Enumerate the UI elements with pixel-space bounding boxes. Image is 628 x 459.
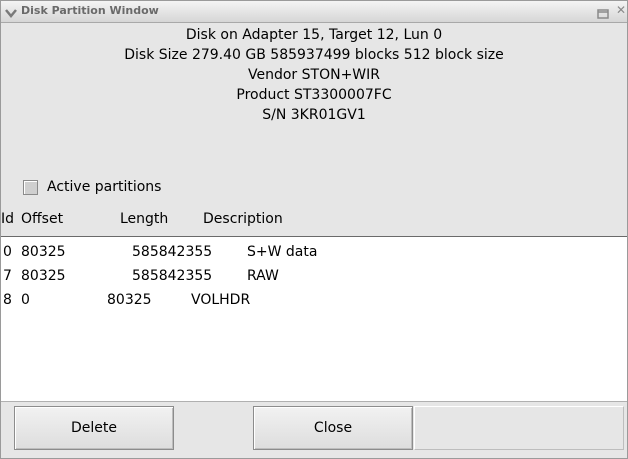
maximize-icon[interactable] — [597, 5, 609, 19]
close-icon[interactable]: ✕ — [616, 3, 626, 17]
partition-list[interactable]: 0 80325 585842355 S+W data 7 80325 58584… — [1, 236, 627, 402]
header-offset: Offset — [21, 211, 64, 227]
delete-button[interactable]: Delete — [14, 406, 174, 450]
header-description: Description — [203, 211, 283, 227]
disk-size: Disk Size 279.40 GB 585937499 blocks 512… — [124, 47, 504, 63]
list-item[interactable]: 0 80325 585842355 S+W data — [1, 244, 627, 266]
list-item[interactable]: 7 80325 585842355 RAW — [1, 268, 627, 290]
disk-info: Disk on Adapter 15, Target 12, Lun 0 Dis… — [1, 25, 627, 125]
disk-serial: S/N 3KR01GV1 — [262, 107, 366, 123]
disk-location: Disk on Adapter 15, Target 12, Lun 0 — [185, 27, 443, 43]
header-length: Length — [120, 211, 169, 227]
close-button[interactable]: Close — [253, 406, 413, 450]
disk-product: Product ST3300007FC — [236, 87, 392, 103]
header-id: Id — [1, 211, 15, 227]
disk-vendor: Vendor STON+WIR — [248, 67, 380, 83]
chevron-down-icon[interactable] — [5, 4, 17, 18]
list-item[interactable]: 8 0 80325 VOLHDR — [1, 292, 627, 314]
active-partitions-checkbox[interactable] — [23, 180, 38, 195]
title-bar[interactable]: Disk Partition Window ✕ — [1, 1, 627, 23]
active-partitions-label: Active partitions — [47, 179, 162, 195]
disk-partition-window: Disk Partition Window ✕ Disk on Adapter … — [0, 0, 628, 459]
window-title: Disk Partition Window — [21, 4, 159, 17]
partition-table-header: Id Offset Length Description — [1, 211, 627, 231]
button-bar: Delete Close — [1, 402, 627, 458]
empty-button-slot — [414, 406, 624, 450]
